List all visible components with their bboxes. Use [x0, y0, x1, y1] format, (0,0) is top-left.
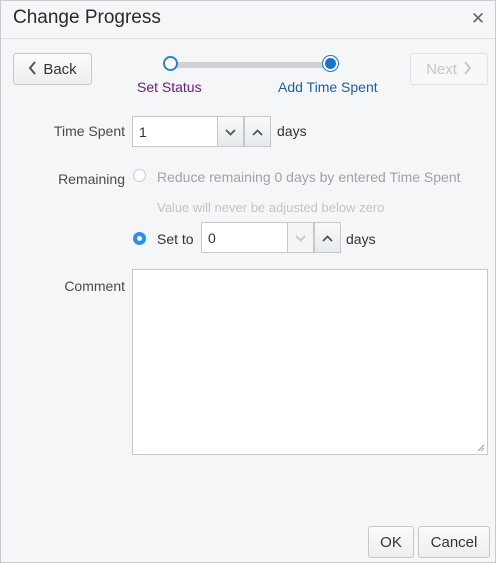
train-label-set-status[interactable]: Set Status	[137, 79, 202, 95]
time-spent-unit: days	[277, 123, 307, 139]
chevron-up-icon	[322, 231, 333, 245]
chevron-up-icon	[252, 125, 263, 139]
chevron-right-icon	[463, 60, 472, 78]
dialog-title: Change Progress	[13, 7, 161, 28]
time-spent-input[interactable]: 1	[132, 116, 218, 147]
comment-label: Comment	[64, 278, 125, 294]
dialog-titlebar: Change Progress ✕	[1, 1, 495, 39]
time-spent-increment-button[interactable]	[244, 116, 271, 147]
train-progress-line	[171, 62, 331, 68]
next-button[interactable]: Next	[410, 53, 488, 85]
next-button-label: Next	[426, 60, 457, 78]
set-to-option-label: Set to	[157, 231, 194, 247]
reduce-remaining-hint: Value will never be adjusted below zero	[157, 200, 385, 215]
reduce-remaining-radio[interactable]	[133, 169, 146, 182]
change-progress-dialog: Change Progress ✕ Back Set Status Add Ti…	[0, 0, 496, 563]
time-spent-value: 1	[139, 123, 147, 140]
set-to-value: 0	[208, 229, 216, 246]
time-spent-decrement-button[interactable]	[217, 116, 244, 147]
close-icon[interactable]: ✕	[469, 10, 487, 28]
train-stop-add-time-spent[interactable]	[323, 56, 338, 71]
cancel-button-label: Cancel	[430, 533, 478, 551]
set-to-unit: days	[346, 231, 376, 247]
chevron-left-icon	[28, 60, 37, 78]
cancel-button[interactable]: Cancel	[418, 526, 490, 558]
set-to-radio[interactable]	[133, 232, 146, 245]
set-to-increment-button[interactable]	[314, 222, 341, 253]
reduce-remaining-option-label: Reduce remaining 0 days by entered Time …	[157, 169, 461, 185]
back-button[interactable]: Back	[13, 53, 92, 85]
ok-button[interactable]: OK	[368, 526, 414, 558]
resize-grip-icon[interactable]	[477, 444, 485, 452]
chevron-down-icon	[225, 125, 236, 139]
time-spent-label: Time Spent	[53, 123, 125, 139]
train-stop-set-status[interactable]	[163, 56, 178, 71]
chevron-down-icon	[295, 231, 306, 245]
remaining-label: Remaining	[58, 171, 125, 187]
set-to-decrement-button[interactable]	[287, 222, 314, 253]
comment-textarea[interactable]	[132, 269, 488, 455]
train-label-add-time-spent: Add Time Spent	[278, 79, 378, 95]
set-to-input[interactable]: 0	[201, 222, 288, 253]
ok-button-label: OK	[380, 533, 402, 551]
back-button-label: Back	[43, 60, 77, 78]
